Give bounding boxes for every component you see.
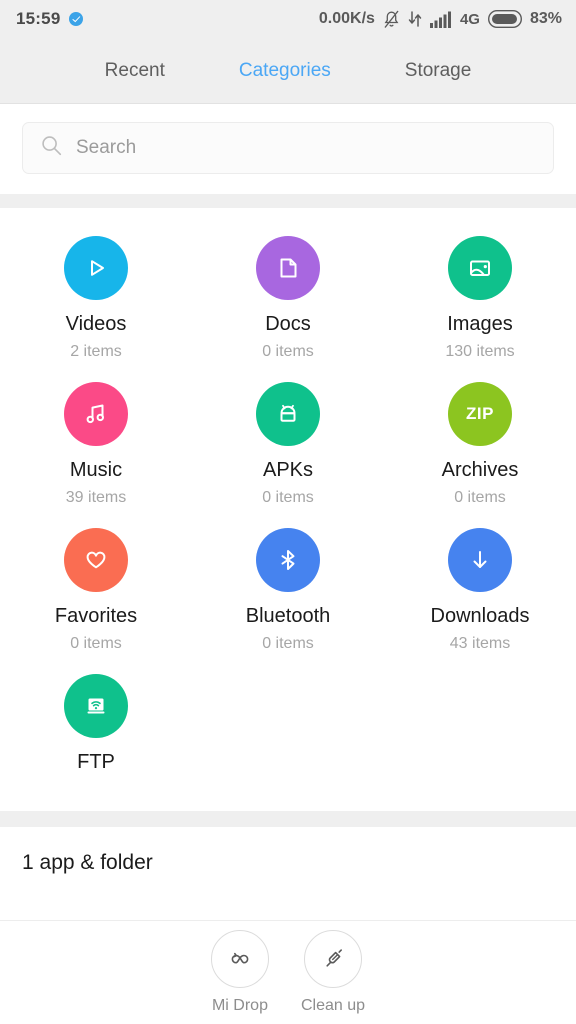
mi-drop-button[interactable]: Mi Drop (210, 930, 269, 1015)
category-downloads[interactable]: Downloads 43 items (384, 522, 576, 657)
category-count: 0 items (70, 635, 122, 652)
section-title: 1 app & folder (22, 851, 153, 874)
signal-bars-icon (429, 11, 452, 28)
image-icon (448, 236, 512, 300)
search-area: Search (0, 104, 576, 194)
network-type: 4G (459, 10, 480, 28)
categories-section: Videos 2 items Docs 0 items Images 130 i… (0, 208, 576, 811)
category-count: 0 items (262, 343, 314, 360)
category-count: 0 items (262, 489, 314, 506)
toolbar-label: Clean up (300, 997, 366, 1014)
battery-percent: 83% (529, 10, 562, 27)
section-divider-bottom (0, 811, 576, 827)
category-bluetooth[interactable]: Bluetooth 0 items (192, 522, 384, 657)
bottom-toolbar: Mi Drop Clean up (0, 920, 576, 1024)
category-label: Images (447, 313, 513, 335)
category-label: Favorites (54, 605, 138, 627)
category-ftp[interactable]: FTP (0, 668, 192, 785)
category-grid: Videos 2 items Docs 0 items Images 130 i… (0, 230, 576, 785)
category-apks[interactable]: APKs 0 items (192, 376, 384, 511)
search-placeholder: Search (76, 137, 137, 158)
status-bar: 15:59 0.00K/s 4G 83% (0, 0, 576, 38)
category-images[interactable]: Images 130 items (384, 230, 576, 365)
category-label: Bluetooth (245, 605, 331, 627)
tab-storage[interactable]: Storage (399, 56, 478, 86)
category-label: FTP (77, 751, 115, 773)
category-count: 0 items (454, 489, 506, 506)
clean-up-button[interactable]: Clean up (301, 930, 365, 1015)
category-music[interactable]: Music 39 items (0, 376, 192, 511)
category-label: APKs (262, 459, 314, 481)
download-arrow-icon (448, 528, 512, 592)
battery-icon (487, 10, 522, 28)
category-label: Docs (265, 313, 311, 335)
data-transfer-icon (408, 10, 422, 28)
zip-icon: ZIP (448, 382, 512, 446)
category-count: 39 items (65, 489, 127, 506)
heart-icon (64, 528, 128, 592)
play-icon (64, 236, 128, 300)
category-label: Videos (65, 313, 127, 335)
toolbar-label: Mi Drop (211, 997, 268, 1014)
telegram-icon (69, 12, 84, 26)
tab-recent[interactable]: Recent (99, 56, 171, 86)
status-bar-left: 15:59 (16, 9, 84, 29)
category-docs[interactable]: Docs 0 items (192, 230, 384, 365)
category-label: Downloads (430, 605, 530, 627)
broom-icon (303, 930, 362, 988)
category-count: 43 items (449, 635, 511, 652)
category-count: 0 items (262, 635, 314, 652)
status-bar-right: 0.00K/s 4G 83% (319, 0, 562, 38)
apps-folders-section: 1 app & folder (0, 827, 576, 875)
category-label: Archives (441, 459, 519, 481)
music-note-icon (64, 382, 128, 446)
bluetooth-icon (256, 528, 320, 592)
document-icon (256, 236, 320, 300)
search-icon (41, 135, 62, 161)
tab-bar: Recent Categories Storage (0, 38, 576, 104)
category-archives[interactable]: ZIP Archives 0 items (384, 376, 576, 511)
bell-muted-icon (383, 10, 400, 29)
file-manager-screen: 15:59 0.00K/s 4G 83% Recent Categories S… (0, 0, 576, 1024)
ftp-wifi-icon (64, 674, 128, 738)
category-count: 2 items (70, 343, 122, 360)
network-speed: 0.00K/s (318, 10, 375, 27)
mi-drop-icon (210, 930, 269, 988)
category-videos[interactable]: Videos 2 items (0, 230, 192, 365)
category-count: 130 items (445, 343, 515, 360)
status-time: 15:59 (16, 9, 61, 28)
search-input[interactable]: Search (22, 122, 554, 174)
category-label: Music (69, 459, 123, 481)
zip-icon-label: ZIP (466, 404, 494, 423)
tab-categories[interactable]: Categories (233, 56, 337, 86)
android-icon (256, 382, 320, 446)
category-favorites[interactable]: Favorites 0 items (0, 522, 192, 657)
section-divider-top (0, 194, 576, 208)
